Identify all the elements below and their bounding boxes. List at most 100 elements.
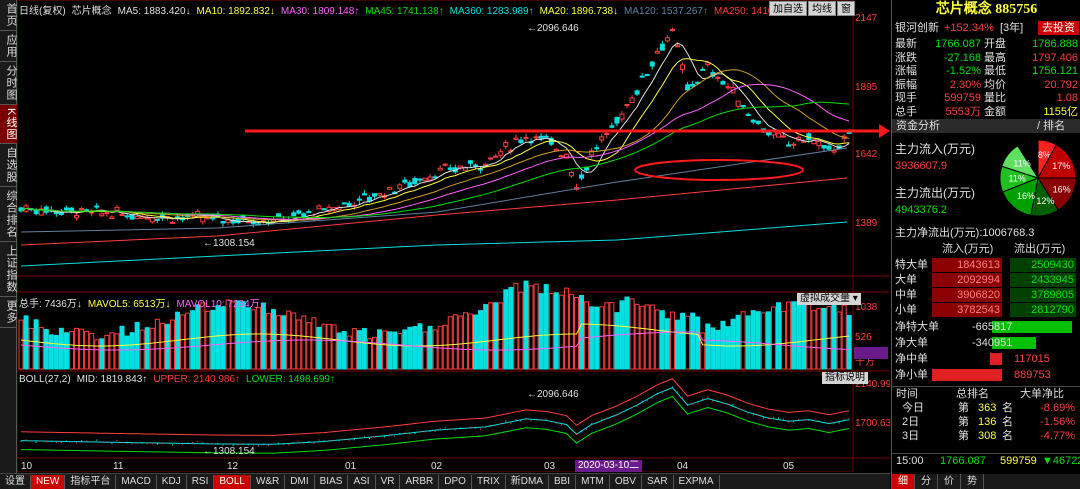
left-tab-1[interactable]: 应用 [0,31,17,62]
volume-bar [498,302,504,370]
left-tab-7[interactable]: 更多 [0,297,17,329]
rank-number: 308 [978,430,997,442]
left-tab-3[interactable]: K线图 [0,105,17,145]
flow-in-header: 流入(万元) [942,243,994,255]
volume-bar [563,287,569,370]
high-annotation: ←2096.646 [527,23,579,34]
left-tab-4[interactable]: 自选股 [0,144,17,188]
volume-bar [791,301,797,370]
indicator-tab-expma[interactable]: EXPMA [674,474,720,489]
flow-label: 小单 [895,304,917,316]
indicator-tab-指标平台[interactable]: 指标平台 [65,474,117,489]
date-cursor-label: 2020-03-10二 [575,460,643,472]
panel-tab-0[interactable]: 细 [892,474,915,489]
x-tick-4: 02 [431,461,443,472]
volume-bar [250,309,256,370]
volume-bar [579,295,585,370]
indicator-tab-bias[interactable]: BIAS [315,474,349,489]
highlight-ellipse [634,159,804,181]
volume-bar [326,323,332,370]
indicator-tab-asi[interactable]: ASI [348,474,376,489]
indicator-tab-macd[interactable]: MACD [116,474,157,489]
volume-bar [614,312,620,370]
pie-label: 16% [1017,191,1035,201]
candle-body [114,206,120,211]
indicator-tab-trix[interactable]: TRIX [472,474,506,489]
volume-bar [664,318,670,370]
quote-value: 5553万 [945,105,981,118]
virtual-volume-button[interactable]: 虚拟成交量 ▾ [797,293,861,305]
indicator-tab-w&r[interactable]: W&R [251,474,286,489]
volume-bar [377,329,383,370]
panel-tab-2[interactable]: 价 [938,474,961,489]
volume-bar [760,312,766,370]
candle-body [715,76,721,79]
left-tab-5[interactable]: 综合排名 [0,187,17,243]
volume-bar [624,296,630,370]
indicator-tab-rsi[interactable]: RSI [187,474,215,489]
candle-body [654,50,660,54]
quote-value: 1766.087 [935,38,981,50]
candle-body [498,151,504,156]
indicator-tab-设置[interactable]: 设置 [0,474,31,489]
quote-row: 涨跌 -27.168 最高 1797.406 [892,51,1080,65]
indicator-tab-sar[interactable]: SAR [642,474,674,489]
indicator-tab-arbr[interactable]: ARBR [400,474,440,489]
fund-period: [3年] [1000,22,1024,34]
panel-tab-1[interactable]: 分 [915,474,938,489]
kline-chart[interactable]: 21471895164213891038526243千万2140.991700.… [16,0,892,473]
ma250-line [20,177,848,246]
fund-analysis-label[interactable]: 资金分析 [896,119,940,133]
net-label: 净特大单 [895,321,939,333]
volume-bar [649,304,655,370]
left-tab-0[interactable]: 首页 [0,0,17,31]
volume-bar [240,301,246,370]
indicator-help-button[interactable]: 指标说明 [822,372,868,384]
volume-bar [84,330,90,370]
panel-tab-3[interactable]: 势 [961,474,984,489]
indicator-tab-kdj[interactable]: KDJ [157,474,187,489]
volume-bar [372,336,377,370]
outflow-label: 主力流出(万元) [895,186,975,200]
indicator-tab-mtm[interactable]: MTM [576,474,610,489]
ticker-row: 15:00 1766.087 599759 ▼46722 [892,453,1080,467]
volume-bar [200,302,206,370]
candle-body [750,119,756,123]
indicator-tab-boll[interactable]: BOLL [214,474,251,489]
rank-link[interactable]: / 排名 [1037,119,1065,133]
indicator-tab-dmi[interactable]: DMI [285,474,315,489]
candle-body [316,205,322,210]
left-tab-6[interactable]: 上证指数 [0,242,17,298]
indicator-tab-dpo[interactable]: DPO [439,474,472,489]
indicator-tab-new[interactable]: NEW [31,474,66,489]
indicator-tab-obv[interactable]: OBV [610,474,642,489]
toolbar-button-2[interactable]: 窗 [837,1,855,16]
candle-body [594,147,600,150]
toolbar-button-0[interactable]: 加自选 [769,1,807,16]
indicator-tab-新dma[interactable]: 新DMA [506,474,549,489]
net-value: -340951 [972,337,1013,349]
net-value: 117015 [1014,353,1050,365]
indicator-tab-vr[interactable]: VR [376,474,401,489]
candle-body [720,81,726,85]
volume-bar [144,327,150,370]
candle-body [649,61,655,67]
toolbar-button-1[interactable]: 均线 [808,1,836,16]
candle-body [831,150,837,153]
candle-body [791,143,797,146]
volume-bar [730,318,736,370]
volume-bar [291,312,297,370]
candle-body [755,120,761,124]
volume-bar [63,332,69,370]
volume-bar [185,312,191,370]
quote-row: 涨幅 -1.52% 最低 1756.121 [892,64,1080,78]
low-annotation: ←1308.154 [203,238,255,249]
indicator-tab-bbi[interactable]: BBI [549,474,577,489]
volume-bar [412,326,418,370]
left-tab-2[interactable]: 分时图 [0,62,17,105]
flow-out-value: 2812790 [1010,303,1076,317]
invest-button[interactable]: 去投资 [1038,21,1079,35]
quote-panel: 芯片概念 885756 银河创新 +152.34% [3年] 去投资 最新 176… [891,0,1080,489]
volume-bar [205,310,211,370]
volume-bar [493,302,499,370]
